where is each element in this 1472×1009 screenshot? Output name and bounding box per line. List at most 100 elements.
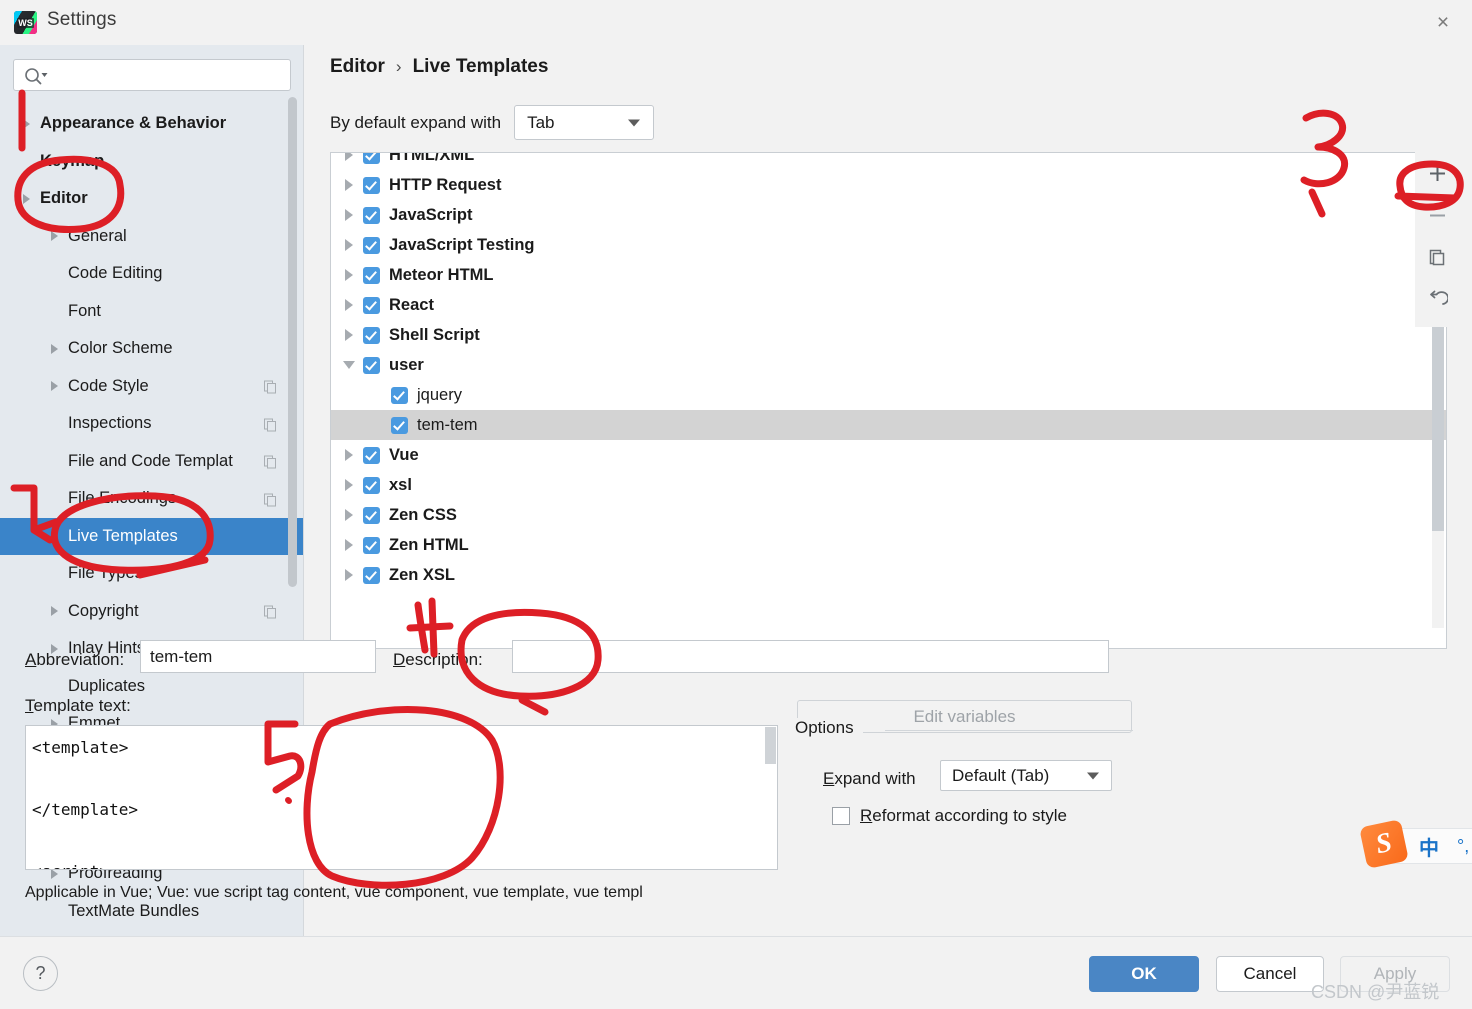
chevron-right-icon[interactable]: [335, 179, 363, 191]
ime-mode-toggle[interactable]: 中: [1419, 832, 1439, 861]
sidebar-item-code-style[interactable]: Code Style: [0, 368, 303, 406]
template-row-label: jquery: [417, 385, 462, 404]
template-row-label: Zen HTML: [389, 535, 469, 554]
sidebar-item-appearance-behavior[interactable]: Appearance & Behavior: [0, 105, 303, 143]
chevron-right-icon[interactable]: [335, 329, 363, 341]
duplicate-template-button[interactable]: [1415, 236, 1460, 278]
sidebar-item-file-types[interactable]: File Types: [0, 555, 303, 593]
checkbox-checked-icon[interactable]: [363, 446, 380, 464]
template-row-javascript[interactable]: JavaScript: [331, 200, 1446, 230]
close-icon[interactable]: ×: [1422, 4, 1464, 40]
chevron-right-icon[interactable]: [335, 239, 363, 251]
default-expand-select[interactable]: Tab: [514, 105, 655, 140]
template-row-react[interactable]: React: [331, 290, 1446, 320]
template-row-jquery[interactable]: jquery: [331, 380, 1446, 410]
template-row-zen-html[interactable]: Zen HTML: [331, 530, 1446, 560]
sidebar-item-copyright[interactable]: Copyright: [0, 593, 303, 631]
sidebar-item-font[interactable]: Font: [0, 293, 303, 331]
chevron-right-icon[interactable]: [335, 153, 363, 161]
chevron-right-icon[interactable]: [40, 868, 68, 879]
abbreviation-input[interactable]: [140, 640, 376, 673]
sidebar-item-live-templates[interactable]: Live Templates: [0, 517, 303, 555]
sidebar-item-inspections[interactable]: Inspections: [0, 405, 303, 443]
template-row-http-request[interactable]: HTTP Request: [331, 170, 1446, 200]
checkbox-checked-icon[interactable]: [363, 206, 380, 224]
search-input[interactable]: [50, 60, 284, 92]
ok-button[interactable]: OK: [1089, 956, 1199, 992]
template-row-label: HTML/XML: [389, 152, 475, 164]
template-row-label: Shell Script: [389, 325, 480, 344]
help-button[interactable]: ?: [23, 956, 58, 991]
chevron-right-icon[interactable]: [40, 343, 68, 354]
checkbox-checked-icon[interactable]: [363, 566, 380, 584]
template-row-zen-xsl[interactable]: Zen XSL: [331, 560, 1446, 590]
checkbox-checked-icon[interactable]: [363, 176, 380, 194]
template-row-html-xml[interactable]: HTML/XML: [331, 152, 1446, 170]
sidebar-item-file-encodings[interactable]: File Encodings: [0, 480, 303, 518]
expand-with-value: Default (Tab): [952, 765, 1050, 785]
sidebar-item-code-editing[interactable]: Code Editing: [0, 255, 303, 293]
chevron-right-icon[interactable]: [335, 509, 363, 521]
sidebar-item-file-and-code-templat[interactable]: File and Code Templat: [0, 443, 303, 481]
template-text-scrollbar-thumb[interactable]: [765, 727, 776, 764]
checkbox-checked-icon[interactable]: [363, 476, 380, 494]
chevron-right-icon[interactable]: [335, 269, 363, 281]
template-row-zen-css[interactable]: Zen CSS: [331, 500, 1446, 530]
chevron-right-icon[interactable]: [335, 209, 363, 221]
chevron-right-icon[interactable]: [12, 118, 40, 129]
breadcrumb-parent[interactable]: Editor: [330, 56, 385, 78]
description-label: Description:: [393, 650, 483, 669]
sidebar-item-color-scheme[interactable]: Color Scheme: [0, 330, 303, 368]
chevron-right-icon[interactable]: [335, 569, 363, 581]
template-row-label: Meteor HTML: [389, 265, 494, 284]
sogou-ime-bar[interactable]: S 中 °,: [1359, 819, 1472, 869]
chevron-right-icon[interactable]: [335, 449, 363, 461]
sidebar-item-general[interactable]: General: [0, 218, 303, 256]
expand-with-select[interactable]: Default (Tab): [940, 760, 1112, 791]
reformat-checkbox[interactable]: [832, 807, 850, 825]
add-template-button[interactable]: [1415, 152, 1460, 194]
revert-template-button[interactable]: [1415, 278, 1460, 320]
checkbox-checked-icon[interactable]: [363, 356, 380, 374]
chevron-right-icon[interactable]: [335, 479, 363, 491]
sidebar-item-keymap[interactable]: Keymap: [0, 143, 303, 181]
template-row-tem-tem[interactable]: tem-tem: [331, 410, 1446, 440]
abbreviation-label: Abbreviation:: [25, 650, 125, 669]
template-row-shell-script[interactable]: Shell Script: [331, 320, 1446, 350]
checkbox-checked-icon[interactable]: [391, 386, 408, 404]
search-field-wrapper[interactable]: [13, 59, 291, 92]
remove-template-button[interactable]: [1415, 194, 1460, 236]
checkbox-checked-icon[interactable]: [363, 506, 380, 524]
template-row-xsl[interactable]: xsl: [331, 470, 1446, 500]
chevron-down-icon[interactable]: [335, 361, 363, 369]
checkbox-checked-icon[interactable]: [363, 236, 380, 254]
template-row-vue[interactable]: Vue: [331, 440, 1446, 470]
chevron-right-icon[interactable]: [335, 299, 363, 311]
sidebar-item-label: TextMate Bundles: [68, 901, 200, 920]
checkbox-checked-icon[interactable]: [363, 153, 380, 164]
template-row-meteor-html[interactable]: Meteor HTML: [331, 260, 1446, 290]
checkbox-checked-icon[interactable]: [363, 326, 380, 344]
chevron-right-icon[interactable]: [335, 539, 363, 551]
chevron-right-icon[interactable]: [12, 193, 40, 204]
chevron-right-icon[interactable]: [40, 231, 68, 242]
template-row-javascript-testing[interactable]: JavaScript Testing: [331, 230, 1446, 260]
sogou-logo-icon[interactable]: S: [1359, 819, 1409, 869]
checkbox-checked-icon[interactable]: [391, 416, 408, 434]
template-row-user[interactable]: user: [331, 350, 1446, 380]
sidebar-item-editor[interactable]: Editor: [0, 180, 303, 218]
checkbox-checked-icon[interactable]: [363, 266, 380, 284]
chevron-right-icon[interactable]: [40, 606, 68, 617]
reformat-option-row[interactable]: Reformat according to style: [832, 806, 1067, 826]
chevron-right-icon[interactable]: [40, 381, 68, 392]
template-row-label: HTTP Request: [389, 175, 502, 194]
ime-punctuation-toggle[interactable]: °,: [1457, 836, 1469, 857]
sidebar-scrollbar-thumb[interactable]: [288, 97, 297, 587]
watermark: CSDN @尹蓝锐: [1311, 982, 1440, 1002]
sidebar-item-label: Code Editing: [68, 264, 163, 283]
cancel-button[interactable]: Cancel: [1216, 956, 1324, 992]
description-input[interactable]: [512, 640, 1109, 673]
checkbox-checked-icon[interactable]: [363, 296, 380, 314]
template-text-editor[interactable]: <template> </template> <script>: [25, 725, 778, 870]
checkbox-checked-icon[interactable]: [363, 536, 380, 554]
